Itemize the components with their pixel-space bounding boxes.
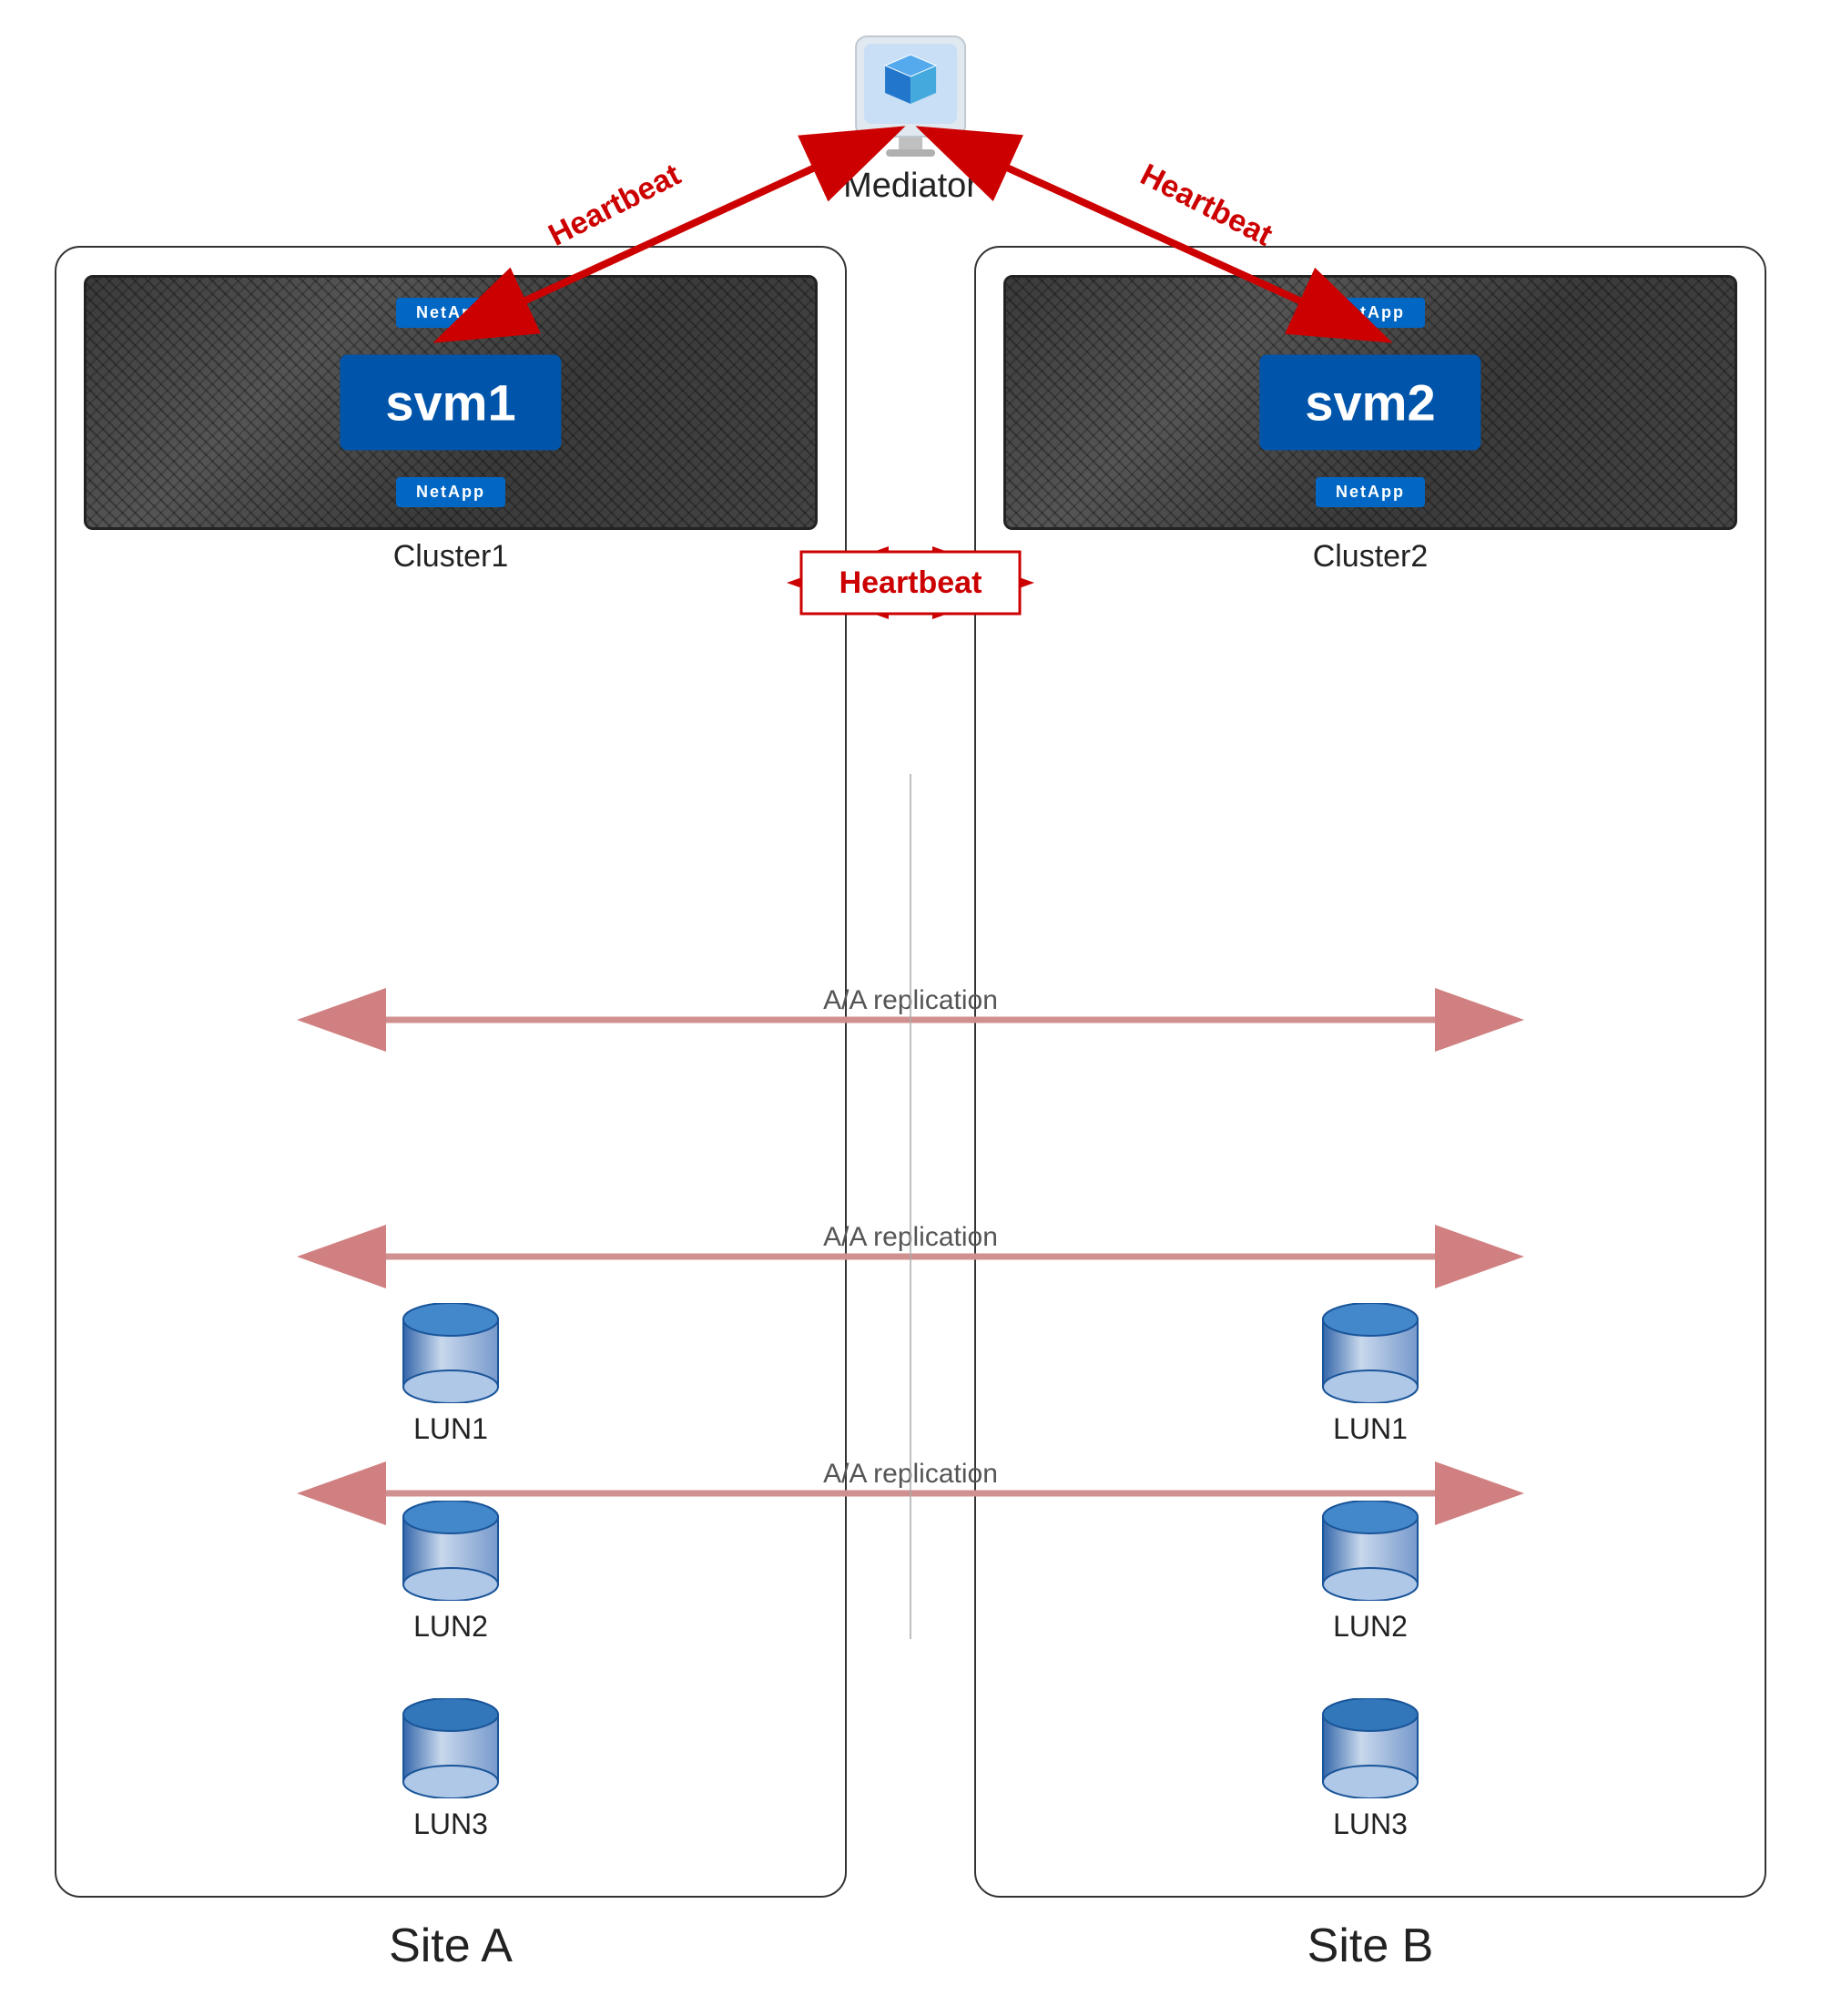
mediator-label: Mediator <box>843 167 978 206</box>
lun2-right: LUN2 <box>1316 1501 1425 1644</box>
lun2-left-icon <box>396 1501 505 1601</box>
mediator-icon <box>851 27 970 159</box>
netapp-brand-bottom-left: NetApp <box>396 477 505 507</box>
svm2-label: svm2 <box>1259 355 1480 451</box>
cluster2-label: Cluster2 <box>1003 539 1737 575</box>
lun3-left-label: LUN3 <box>413 1807 488 1841</box>
site-a-box: NetApp svm1 NetApp Cluster1 <box>55 246 847 1898</box>
lun3-right: LUN3 <box>1316 1698 1425 1841</box>
site-b-label: Site B <box>1307 1919 1434 1973</box>
lun3-right-label: LUN3 <box>1333 1807 1408 1841</box>
lun1-right-label: LUN1 <box>1333 1412 1408 1446</box>
lun2-right-label: LUN2 <box>1333 1610 1408 1644</box>
lun1-left-icon <box>396 1303 505 1403</box>
lun2-right-icon <box>1316 1501 1425 1601</box>
cluster1-area: NetApp svm1 NetApp Cluster1 <box>84 275 818 575</box>
mediator-section: Mediator <box>843 27 978 206</box>
heartbeat-label-center: Heartbeat <box>839 565 982 600</box>
lun2-left-label: LUN2 <box>413 1610 488 1644</box>
lun2-left: LUN2 <box>396 1501 505 1644</box>
server-unit-right: NetApp svm2 NetApp <box>1003 275 1737 530</box>
heartbeat-label-left: Heartbeat <box>544 158 687 253</box>
netapp-brand-top-right: NetApp <box>1316 298 1425 328</box>
site-a-label: Site A <box>389 1919 513 1973</box>
lun3-right-icon <box>1316 1698 1425 1798</box>
svm1-label: svm1 <box>340 355 561 451</box>
netapp-brand-top-left: NetApp <box>396 298 505 328</box>
cluster2-area: NetApp svm2 NetApp Cluster2 <box>1003 275 1737 575</box>
lun3-left: LUN3 <box>396 1698 505 1841</box>
aa-label-2: A/A replication <box>823 1222 998 1252</box>
aa-label-3: A/A replication <box>823 1459 998 1489</box>
site-b-box: NetApp svm2 NetApp Cluster2 <box>974 246 1766 1898</box>
lun3-left-icon <box>396 1698 505 1798</box>
cluster1-label: Cluster1 <box>84 539 818 575</box>
lun1-left-label: LUN1 <box>413 1412 488 1446</box>
lun1-right: LUN1 <box>1316 1303 1425 1446</box>
heartbeat-label-right: Heartbeat <box>1134 158 1277 253</box>
netapp-brand-bottom-right: NetApp <box>1316 477 1425 507</box>
lun1-right-icon <box>1316 1303 1425 1403</box>
site-a-luns: LUN1 LUN2 LUN3 <box>396 1303 505 1841</box>
lun1-left: LUN1 <box>396 1303 505 1446</box>
aa-label-1: A/A replication <box>823 985 998 1015</box>
diagram-container: Heartbeat Heartbeat Heartbeat A/A replic… <box>0 0 1821 2016</box>
server-unit-left: NetApp svm1 NetApp <box>84 275 818 530</box>
site-b-luns: LUN1 LUN2 LUN3 <box>1316 1303 1425 1841</box>
